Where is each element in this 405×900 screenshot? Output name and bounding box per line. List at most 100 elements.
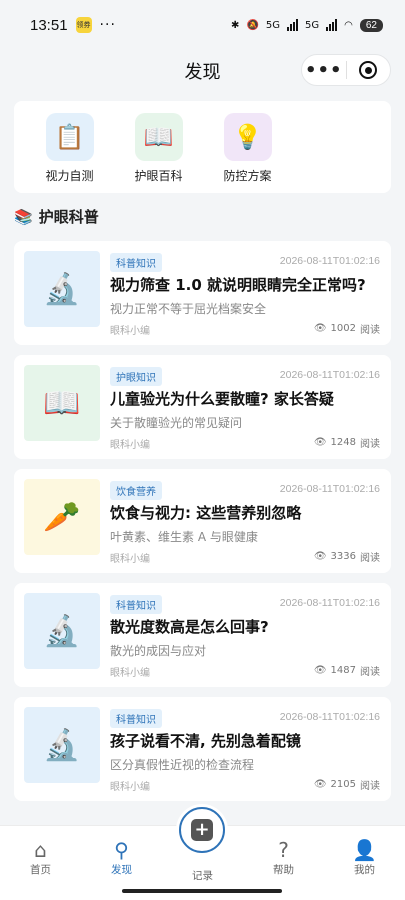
article-subtitle: 区分真假性近视的检查流程 — [110, 758, 255, 772]
read-count: 1002 — [330, 323, 356, 334]
microscope-icon: 🔬 — [24, 593, 100, 669]
search-icon: ⚲ — [114, 838, 129, 862]
eye-icon: 👁 — [313, 437, 327, 448]
read-count: 1248 — [330, 437, 356, 448]
read-label: 阅读 — [360, 553, 380, 564]
article-subtitle: 叶黄素、维生素 A 与眼健康 — [110, 530, 258, 544]
article-title: 饮食与视力: 这些营养别忽略 — [110, 504, 302, 522]
article-subtitle: 关于散瞳验光的常见疑问 — [110, 416, 243, 430]
article-author: 眼科小编 — [110, 440, 150, 451]
read-count: 3336 — [330, 551, 356, 562]
signal-icon — [287, 19, 299, 31]
app-badge-icon: 领券 — [75, 17, 92, 33]
article-author: 眼科小编 — [110, 326, 150, 337]
record-button[interactable]: + — [176, 804, 228, 856]
article-card[interactable]: 🥕 饮食营养 2026-08-11T01:02:16 饮食与视力: 这些营养别忽… — [14, 469, 391, 573]
article-reads: 👁 3336 阅读 — [314, 549, 380, 564]
tool-prevention-plan[interactable]: 💡 防控方案 — [210, 101, 285, 193]
mute-icon: 🔕 — [246, 19, 259, 31]
clipboard-icon: 📋 — [45, 113, 94, 161]
article-date: 2026-08-11T01:02:16 — [279, 369, 380, 381]
article-date: 2026-08-11T01:02:16 — [279, 255, 380, 267]
read-label: 阅读 — [360, 439, 380, 450]
tab-label: 帮助 — [273, 864, 294, 876]
target-icon — [359, 61, 378, 79]
article-subtitle: 散光的成因与应对 — [110, 644, 207, 658]
eye-icon: 👁 — [313, 665, 327, 676]
mini-program-capsule: ••• — [301, 54, 391, 86]
book-icon: 📖 — [24, 365, 100, 441]
article-card[interactable]: 🔬 科普知识 2026-08-11T01:02:16 孩子说看不清, 先别急着配… — [14, 697, 391, 801]
article-author: 眼科小编 — [110, 554, 150, 565]
close-mini-program-button[interactable] — [347, 61, 391, 79]
tab-mine[interactable]: 👤 我的 — [324, 826, 405, 900]
page-header: 发现 ••• — [0, 50, 405, 92]
battery-indicator: 62 — [359, 18, 383, 32]
read-count: 1487 — [330, 665, 356, 676]
section-header: 📚 护眼科普 — [14, 206, 99, 227]
article-title: 散光度数高是怎么回事? — [110, 618, 269, 636]
tab-home[interactable]: ⌂ 首页 — [0, 826, 81, 900]
tab-label: 发现 — [111, 864, 132, 876]
tab-label: 首页 — [30, 864, 51, 876]
article-subtitle: 视力正常不等于屈光档案安全 — [110, 302, 267, 316]
read-label: 阅读 — [360, 667, 380, 678]
signal-icon-2 — [326, 19, 338, 31]
article-reads: 👁 2105 阅读 — [314, 777, 380, 792]
tool-label: 护眼百科 — [134, 169, 183, 183]
section-title: 护眼科普 — [38, 208, 99, 226]
article-date: 2026-08-11T01:02:16 — [279, 483, 380, 495]
status-bar: 13:51 领券 ··· ✱ 🔕 5G 5G ◠ 62 — [0, 0, 405, 50]
article-date: 2026-08-11T01:02:16 — [279, 711, 380, 723]
article-title: 孩子说看不清, 先别急着配镜 — [110, 732, 301, 750]
article-card[interactable]: 🔬 科普知识 2026-08-11T01:02:16 散光度数高是怎么回事? 散… — [14, 583, 391, 687]
article-tag: 科普知识 — [110, 595, 162, 614]
article-reads: 👁 1002 阅读 — [314, 321, 380, 336]
question-icon: ? — [278, 838, 289, 862]
article-tag: 饮食营养 — [110, 481, 162, 500]
status-left: 13:51 领券 ··· — [30, 17, 116, 34]
tab-label: 我的 — [354, 864, 375, 876]
lightbulb-icon: 💡 — [223, 113, 272, 161]
tab-label: 记录 — [192, 870, 213, 882]
eye-icon: 👁 — [313, 551, 327, 562]
user-icon: 👤 — [352, 838, 377, 862]
status-right: ✱ 🔕 5G 5G ◠ 62 — [231, 18, 383, 32]
network-label-2: 5G — [305, 19, 320, 31]
eye-icon: 👁 — [313, 779, 327, 790]
wifi-icon: ◠ — [344, 19, 353, 31]
article-tag: 科普知识 — [110, 253, 162, 272]
tool-label: 防控方案 — [223, 169, 272, 183]
article-title: 视力筛查 1.0 就说明眼睛完全正常吗? — [110, 276, 366, 294]
page-title: 发现 — [184, 62, 221, 83]
quick-tools-card: 📋 视力自测 📖 护眼百科 💡 防控方案 — [14, 101, 391, 193]
article-reads: 👁 1248 阅读 — [314, 435, 380, 450]
read-count: 2105 — [330, 779, 356, 790]
bluetooth-icon: ✱ — [231, 19, 240, 31]
read-label: 阅读 — [360, 325, 380, 336]
home-icon: ⌂ — [34, 838, 47, 862]
carrot-icon: 🥕 — [24, 479, 100, 555]
article-title: 儿童验光为什么要散瞳? 家长答疑 — [110, 390, 334, 408]
article-card[interactable]: 🔬 科普知识 2026-08-11T01:02:16 视力筛查 1.0 就说明眼… — [14, 241, 391, 345]
read-label: 阅读 — [360, 781, 380, 792]
network-label-1: 5G — [265, 19, 281, 31]
books-icon: 📚 — [14, 207, 33, 226]
tool-label: 视力自测 — [45, 169, 94, 183]
book-icon: 📖 — [134, 113, 183, 161]
status-time: 13:51 — [30, 16, 68, 34]
record-ring: + — [179, 807, 225, 853]
more-menu-button[interactable]: ••• — [302, 60, 346, 81]
article-author: 眼科小编 — [110, 668, 150, 679]
plus-icon: + — [191, 819, 213, 841]
microscope-icon: 🔬 — [24, 251, 100, 327]
eye-icon: 👁 — [313, 323, 327, 334]
tool-vision-test[interactable]: 📋 视力自测 — [32, 101, 107, 193]
article-tag: 科普知识 — [110, 709, 162, 728]
tool-eye-encyclopedia[interactable]: 📖 护眼百科 — [121, 101, 196, 193]
article-list: 🔬 科普知识 2026-08-11T01:02:16 视力筛查 1.0 就说明眼… — [14, 241, 391, 811]
article-reads: 👁 1487 阅读 — [314, 663, 380, 678]
status-dots: ··· — [99, 17, 116, 33]
home-indicator — [122, 889, 282, 893]
article-card[interactable]: 📖 护眼知识 2026-08-11T01:02:16 儿童验光为什么要散瞳? 家… — [14, 355, 391, 459]
